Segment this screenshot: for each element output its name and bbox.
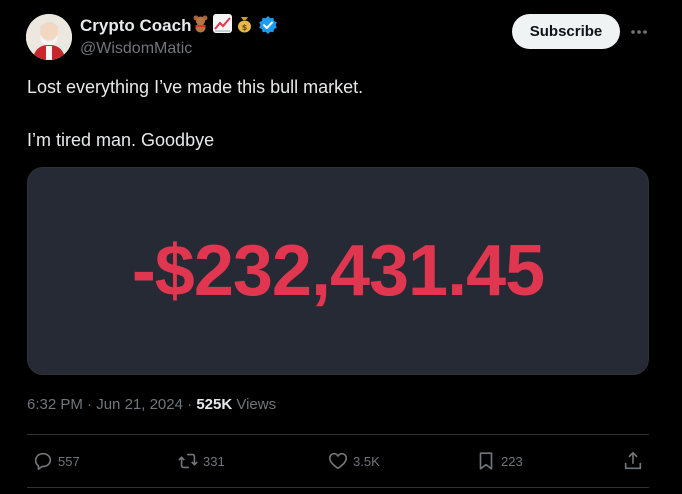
repost-icon: [178, 453, 198, 469]
views-count: 525K: [196, 396, 233, 413]
more-options-button[interactable]: [626, 20, 652, 44]
meta-separator: ·: [187, 396, 197, 413]
tweet-time[interactable]: 6:32 PM: [27, 396, 83, 413]
like-button[interactable]: 3.5K: [327, 449, 380, 473]
reply-button[interactable]: 557: [32, 449, 80, 473]
heart-icon: [328, 452, 348, 470]
tweet-date[interactable]: Jun 21, 2024: [96, 396, 183, 413]
author-display-name[interactable]: Crypto Coach: [80, 16, 191, 36]
tweet-meta: 6:32 PM · Jun 21, 2024 · 525K Views: [27, 396, 276, 413]
share-icon: [624, 451, 642, 470]
share-button[interactable]: [622, 449, 644, 473]
bookmark-count: 223: [501, 453, 523, 469]
ellipsis-icon: [631, 30, 647, 34]
tweet-text-line: Lost everything I’ve made this bull mark…: [27, 77, 364, 97]
reply-icon: [34, 452, 52, 471]
tweet-text-line: I’m tired man. Goodbye: [27, 130, 215, 150]
loss-amount-text: -$232,431.45: [131, 231, 545, 311]
name-emoji-row: $: [191, 14, 254, 33]
bookmark-button[interactable]: 223: [475, 449, 523, 473]
teddy-bear-icon: [191, 14, 210, 33]
repost-button[interactable]: 331: [177, 449, 225, 473]
like-count: 3.5K: [353, 453, 380, 469]
bookmark-icon: [479, 452, 493, 470]
money-bag-icon: $: [235, 14, 254, 33]
meta-separator: ·: [87, 396, 97, 413]
tweet-card: Crypto Coach $ @WisdomMatic Subscribe Lo…: [0, 0, 682, 494]
divider: [27, 487, 649, 488]
views-label: Views: [236, 396, 277, 413]
reply-count: 557: [58, 453, 80, 469]
author-handle[interactable]: @WisdomMatic: [80, 40, 192, 58]
divider: [27, 434, 649, 435]
tweet-media-image[interactable]: -$232,431.45: [27, 167, 649, 375]
verified-badge-icon[interactable]: [258, 15, 278, 35]
subscribe-button[interactable]: Subscribe: [512, 14, 620, 49]
chart-increasing-icon: [213, 14, 232, 33]
avatar[interactable]: [26, 14, 72, 60]
repost-count: 331: [203, 453, 225, 469]
svg-text:$: $: [242, 23, 248, 32]
